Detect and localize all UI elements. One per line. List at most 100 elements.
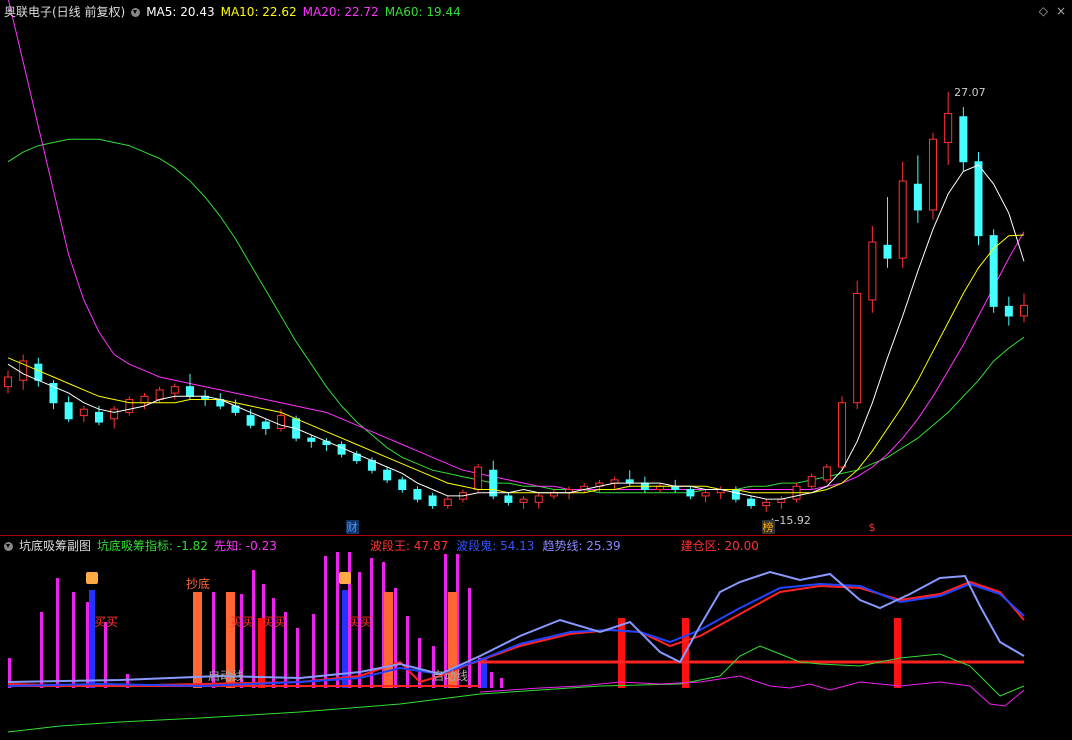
trend-line: [7, 570, 1025, 683]
main-chart-header: 奥联电子(日线 前复权) MA5: 20.43 MA10: 22.62 MA20: 2…: [4, 2, 473, 22]
magenta-bar: [324, 556, 327, 688]
candle-body: [747, 498, 756, 507]
magenta-bar: [500, 678, 503, 688]
candle-body: [549, 492, 558, 497]
candle-body: [519, 498, 528, 503]
orange-bar: [384, 592, 393, 688]
buy-label-3: 买买: [262, 615, 286, 629]
sub-legend2-0: 波段王: 47.87: [370, 539, 449, 553]
sub-legend2-3: 建仓区: 20.00: [680, 539, 759, 553]
sub-chart-legend-2: 波段王: 47.87 波段鬼: 54.13 趋势线: 25.39 建仓区: 20.00: [370, 536, 767, 556]
candle-body: [701, 492, 710, 497]
ma-legend-0: MA5: 20.43: [146, 5, 215, 19]
magenta-bar: [86, 602, 89, 688]
candle-body: [944, 113, 953, 143]
magenta-bar: [272, 598, 275, 688]
blue-bar: [89, 590, 95, 688]
candle-body: [959, 116, 968, 163]
candle-body: [110, 408, 119, 420]
main-chart-panel[interactable]: 27.07 ←15.92 财 榜 $ 奥联电子(日线 前复权) MA5: 20.43 MA1…: [0, 0, 1072, 536]
ma-legend-3: MA60: 19.44: [384, 5, 461, 19]
candle-body: [610, 479, 619, 484]
candle-body: [276, 415, 285, 429]
sub-chart-panel[interactable]: 抄底 买买 买买 买买 买买 启动线 启动线 坑底吸筹副图 坑底吸筹指标: -1.82 先知: …: [0, 536, 1072, 740]
candle-body: [929, 138, 938, 211]
ma-legend-2: MA20: 22.72: [302, 5, 379, 19]
ma-legend-1: MA10: 22.62: [220, 5, 297, 19]
candle-body: [261, 421, 270, 429]
candle-body: [974, 161, 983, 237]
candle-body: [868, 241, 877, 301]
candle-body: [625, 479, 634, 484]
kengdi-indicator-line: [7, 645, 1025, 733]
candle-body: [155, 389, 164, 401]
candle-body: [140, 395, 149, 404]
candle-body: [4, 376, 12, 388]
candle-body: [413, 489, 422, 500]
candle-body: [883, 244, 892, 259]
boduan-wang-line: [7, 580, 1025, 688]
candle-body: [428, 495, 437, 507]
magenta-bar: [72, 592, 75, 688]
buy-label-2: 买买: [230, 615, 254, 629]
buy-label-4: 买买: [348, 615, 372, 629]
candle-body: [1020, 304, 1028, 317]
start-line-label-1: 启动线: [208, 669, 244, 683]
magenta-bar: [104, 622, 107, 688]
candle-body: [913, 183, 922, 211]
candle-body: [807, 476, 816, 487]
sub-legend2-2: 趋势线: 25.39: [542, 539, 621, 553]
magenta-bar: [252, 570, 255, 688]
candle-body: [474, 466, 483, 491]
magenta-bar: [40, 612, 43, 688]
candle-body: [853, 292, 862, 404]
close-icon[interactable]: ×: [1056, 4, 1066, 18]
candle-body: [383, 469, 392, 481]
xianzhi-line: [479, 675, 1025, 707]
high-price-label: 27.07: [954, 86, 986, 99]
event-marker-1: 榜: [763, 520, 774, 534]
indicator-chart[interactable]: 抄底买买 买买 买买 买买启动线 启动线: [0, 536, 1072, 740]
boduan-gui-line: [7, 582, 1025, 688]
sub-legend-0: 坑底吸筹指标: -1.82: [97, 539, 208, 553]
stock-title[interactable]: 奥联电子(日线 前复权): [4, 5, 125, 19]
buy-label-1: 买买: [94, 615, 118, 629]
magenta-bar: [358, 572, 361, 688]
orange-bar: [193, 592, 202, 688]
badge-icon: [339, 572, 351, 584]
sub-title[interactable]: 坑底吸筹副图: [19, 539, 91, 553]
magenta-bar: [406, 616, 409, 688]
sub-legend-1: 先知: -0.23: [213, 539, 277, 553]
candle-body: [398, 479, 407, 491]
candle-body: [898, 180, 907, 259]
event-marker-0: 财: [347, 520, 358, 534]
sub-indicator-dropdown-icon[interactable]: [4, 542, 13, 551]
sub-chart-header: 坑底吸筹副图 坑底吸筹指标: -1.82 先知: -0.23: [4, 536, 289, 556]
candle-body: [762, 501, 771, 507]
candle-body: [125, 399, 134, 413]
candle-body: [686, 489, 695, 497]
candle-body: [170, 386, 179, 394]
candlestick-chart[interactable]: 27.07 ←15.92 财 榜 $: [0, 0, 1072, 536]
magenta-bar: [336, 552, 339, 688]
diamond-icon[interactable]: ◇: [1039, 4, 1048, 18]
candle-body: [1004, 305, 1013, 317]
start-line-label-2: 启动线: [432, 669, 468, 683]
candle-body: [94, 411, 103, 423]
badge-icon: [86, 572, 98, 584]
indicator-dropdown-icon[interactable]: [131, 8, 141, 17]
candle-body: [504, 495, 513, 503]
candle-body: [337, 444, 346, 455]
candle-body: [534, 495, 543, 503]
candle-body: [822, 466, 831, 481]
candle-body: [838, 402, 847, 468]
magenta-bar: [444, 554, 447, 688]
red-bar: [618, 618, 625, 688]
magenta-bar: [490, 672, 493, 688]
candle-body: [79, 408, 88, 417]
panel-controls: ◇ ×: [1031, 4, 1066, 18]
candle-body: [34, 363, 43, 381]
candle-body: [185, 386, 194, 397]
magenta-bar: [468, 588, 471, 688]
candle-body: [777, 498, 786, 503]
